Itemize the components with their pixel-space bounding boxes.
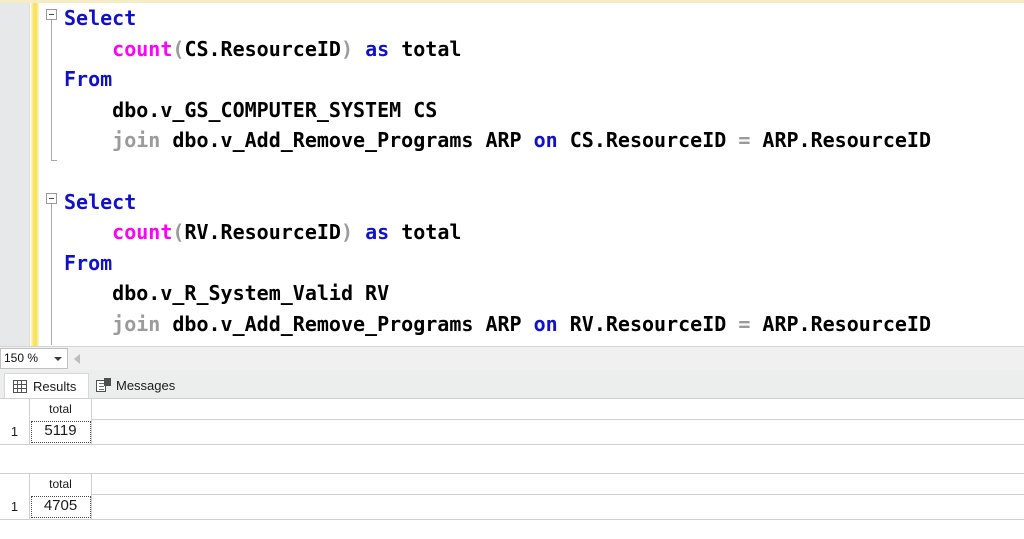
code-token: count <box>112 220 173 245</box>
table-row[interactable]: 1 4705 <box>0 495 1024 520</box>
code-token: count <box>112 36 173 61</box>
code-token: on <box>533 311 558 336</box>
code-token: ( <box>172 220 185 245</box>
outlining-line-foot <box>51 160 57 161</box>
scroll-left-arrow-icon[interactable] <box>74 354 80 364</box>
fold-toggle-icon[interactable] <box>46 9 57 20</box>
code-token: ( <box>172 36 185 61</box>
code-token: From <box>64 67 113 92</box>
code-token: = <box>738 311 751 336</box>
result-grid-header: total <box>0 474 1024 495</box>
code-line: Select <box>64 3 1024 34</box>
code-token: join <box>112 311 161 336</box>
editor-status-bar: 150 % <box>0 346 1024 370</box>
tab-results[interactable]: Results <box>4 373 90 398</box>
code-token: Select <box>64 189 137 214</box>
row-number[interactable]: 1 <box>0 495 30 519</box>
select-all-corner[interactable] <box>0 399 30 420</box>
table-row[interactable]: 1 5119 <box>0 420 1024 445</box>
indicator-margin[interactable] <box>0 3 30 346</box>
column-header[interactable]: total <box>30 474 92 495</box>
result-cell-total[interactable]: 4705 <box>30 495 92 519</box>
code-token: From <box>64 250 113 275</box>
code-line: dbo.v_GS_COMPUTER_SYSTEM CS <box>64 95 1024 126</box>
chevron-down-icon[interactable] <box>54 357 62 361</box>
code-token: CS.ResourceID <box>184 36 341 61</box>
results-tab-strip: Results Messages <box>0 370 1024 398</box>
result-grid-header: total <box>0 399 1024 420</box>
result-cell-total[interactable]: 5119 <box>30 420 92 444</box>
code-token: join <box>112 128 161 153</box>
code-token: as <box>365 220 390 245</box>
code-line: join dbo.v_Add_Remove_Programs ARP on RV… <box>64 309 1024 340</box>
messages-icon <box>96 378 111 393</box>
code-token: total <box>389 220 462 245</box>
code-token: on <box>533 128 558 153</box>
code-line: dbo.v_R_System_Valid RV <box>64 278 1024 309</box>
outlining-column[interactable] <box>44 3 64 346</box>
code-token: dbo.v_GS_COMPUTER_SYSTEM CS <box>64 97 438 122</box>
code-line: count(CS.ResourceID) as total <box>64 34 1024 65</box>
tab-messages[interactable]: Messages <box>88 373 187 398</box>
sql-code-text[interactable]: Select count(CS.ResourceID) as total From… <box>64 3 1024 346</box>
code-line: join dbo.v_Add_Remove_Programs ARP on CS… <box>64 125 1024 156</box>
tab-results-label: Results <box>33 379 77 394</box>
code-line: count(RV.ResourceID) as total <box>64 217 1024 248</box>
sql-editor-pane[interactable]: Select count(CS.ResourceID) as total From… <box>0 0 1024 346</box>
column-header[interactable]: total <box>30 399 92 420</box>
code-token: ARP.ResourceID <box>750 311 932 336</box>
zoom-level-dropdown[interactable]: 150 % <box>0 348 68 369</box>
code-token: RV.ResourceID <box>557 311 739 336</box>
grid-icon <box>13 380 27 393</box>
code-token: ARP.ResourceID <box>750 128 932 153</box>
code-line: Select <box>64 187 1024 218</box>
code-token: ) <box>340 220 354 245</box>
outlining-line <box>51 204 52 345</box>
row-number[interactable]: 1 <box>0 420 30 444</box>
zoom-level-value: 150 % <box>4 351 39 365</box>
fold-toggle-icon[interactable] <box>46 193 57 204</box>
code-token: as <box>365 36 390 61</box>
code-token: dbo.v_R_System_Valid RV <box>64 281 390 306</box>
code-line: From <box>64 64 1024 95</box>
code-token: ) <box>340 36 354 61</box>
code-token: dbo.v_Add_Remove_Programs ARP <box>160 311 534 336</box>
select-all-corner[interactable] <box>0 474 30 495</box>
code-token: Select <box>64 6 137 30</box>
result-grid[interactable]: total 1 4705 <box>0 473 1024 539</box>
code-token: RV.ResourceID <box>184 220 341 245</box>
code-line: From <box>64 248 1024 279</box>
result-grid[interactable]: total 1 5119 <box>0 398 1024 470</box>
code-token: total <box>389 36 462 61</box>
code-token: = <box>738 128 751 153</box>
tab-messages-label: Messages <box>116 378 176 393</box>
code-token: dbo.v_Add_Remove_Programs ARP <box>160 128 534 153</box>
unsaved-changes-bar <box>31 3 39 346</box>
outlining-line <box>51 20 52 160</box>
code-token: CS.ResourceID <box>557 128 739 153</box>
